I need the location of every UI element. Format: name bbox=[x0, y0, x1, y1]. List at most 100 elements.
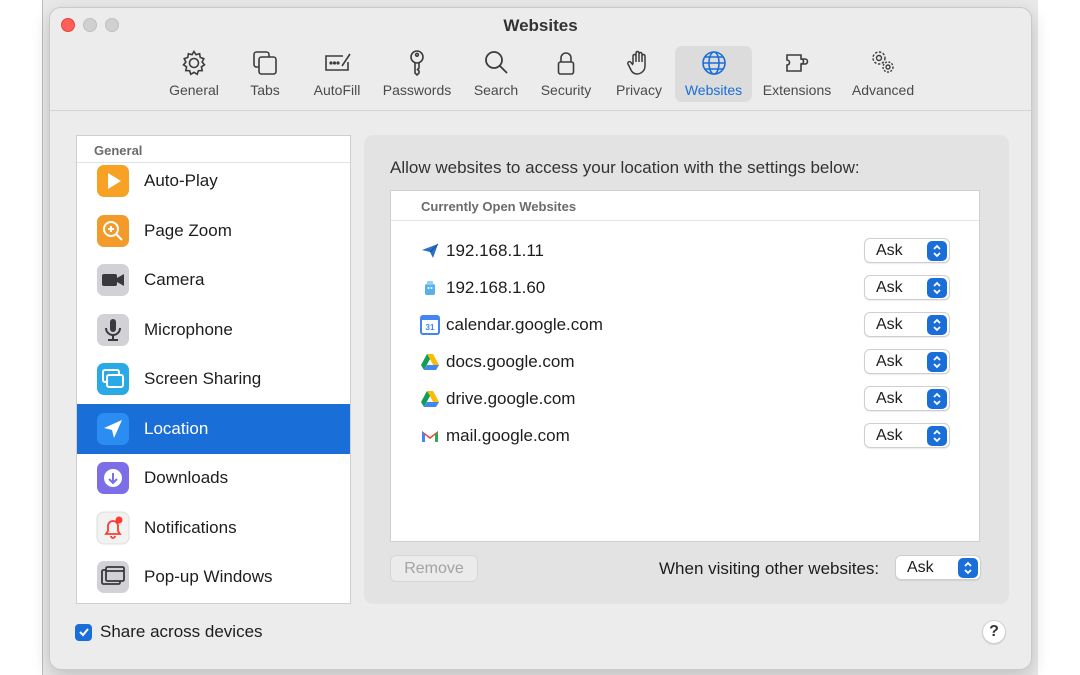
table-row[interactable]: mail.google.com Ask bbox=[391, 417, 979, 454]
bell-icon bbox=[96, 511, 130, 545]
tab-label: Search bbox=[473, 82, 519, 98]
play-icon bbox=[96, 164, 130, 198]
tab-label: General bbox=[169, 82, 219, 98]
sidebar-item-label: Pop-up Windows bbox=[144, 566, 273, 586]
site-setting-select[interactable]: Ask bbox=[864, 423, 950, 448]
table-row[interactable]: drive.google.com Ask bbox=[391, 380, 979, 417]
site-setting-select[interactable]: Ask bbox=[864, 386, 950, 411]
google-drive-icon bbox=[420, 352, 440, 372]
background-window-edge bbox=[42, 0, 43, 675]
site-setting-select[interactable]: Ask bbox=[864, 312, 950, 337]
select-value: Ask bbox=[876, 352, 903, 370]
sidebar-item-label: Location bbox=[144, 418, 209, 438]
download-icon bbox=[96, 461, 130, 495]
sidebar-item-microphone[interactable]: Microphone bbox=[77, 305, 350, 355]
help-button[interactable]: ? bbox=[982, 620, 1006, 644]
site-name: mail.google.com bbox=[446, 425, 570, 445]
sidebar-item-label: Page Zoom bbox=[144, 220, 232, 240]
tab-label: Privacy bbox=[616, 82, 662, 98]
safari-settings-window: Websites General Tabs AutoFill Passwords… bbox=[49, 7, 1032, 670]
sidebar-item-downloads[interactable]: Downloads bbox=[77, 453, 350, 503]
site-name: drive.google.com bbox=[446, 388, 576, 408]
remove-button[interactable]: Remove bbox=[390, 555, 478, 582]
chevron-updown-icon bbox=[927, 388, 947, 409]
gear-icon bbox=[179, 48, 209, 78]
panel-prompt: Allow websites to access your location w… bbox=[390, 158, 860, 177]
tab-privacy[interactable]: Privacy bbox=[611, 46, 667, 102]
globe-icon bbox=[699, 48, 729, 78]
tab-security[interactable]: Security bbox=[536, 46, 596, 102]
puzzle-icon bbox=[782, 48, 812, 78]
tab-label: Security bbox=[540, 82, 592, 98]
microphone-icon bbox=[96, 313, 130, 347]
other-websites-label: When visiting other websites: bbox=[659, 559, 880, 578]
tab-label: Extensions bbox=[762, 82, 832, 98]
sidebar-item-label: Camera bbox=[144, 269, 205, 289]
tab-tabs[interactable]: Tabs bbox=[244, 46, 286, 102]
popup-window-icon bbox=[96, 560, 130, 594]
titlebar: Websites General Tabs AutoFill Passwords… bbox=[50, 8, 1031, 111]
window-title: Websites bbox=[503, 16, 578, 35]
gears-icon bbox=[868, 48, 898, 78]
site-name: 192.168.1.11 bbox=[446, 240, 544, 260]
sidebar-item-screen-sharing[interactable]: Screen Sharing bbox=[77, 354, 350, 404]
screen-sharing-icon bbox=[96, 362, 130, 396]
select-value: Ask bbox=[876, 315, 903, 333]
preferences-toolbar: General Tabs AutoFill Passwords Search S… bbox=[50, 46, 1031, 106]
tab-label: Advanced bbox=[851, 82, 915, 98]
robot-icon bbox=[420, 278, 440, 298]
select-value: Ask bbox=[876, 389, 903, 407]
sidebar-item-notifications[interactable]: Notifications bbox=[77, 503, 350, 553]
site-setting-select[interactable]: Ask bbox=[864, 349, 950, 374]
sidebar-item-label: Auto-Play bbox=[144, 170, 218, 190]
hand-icon bbox=[624, 48, 654, 78]
share-checkbox[interactable] bbox=[75, 623, 92, 641]
paper-plane-icon bbox=[420, 241, 440, 261]
tab-label: Websites bbox=[684, 82, 743, 98]
table-row[interactable]: docs.google.com Ask bbox=[391, 343, 979, 380]
sidebar-item-label: Notifications bbox=[144, 517, 237, 537]
table-row[interactable]: 192.168.1.11 Ask bbox=[391, 232, 979, 269]
tab-autofill[interactable]: AutoFill bbox=[309, 46, 365, 102]
chevron-updown-icon bbox=[927, 314, 947, 335]
search-icon bbox=[481, 48, 511, 78]
tab-label: AutoFill bbox=[313, 82, 361, 98]
chevron-updown-icon bbox=[958, 557, 978, 578]
tab-extensions[interactable]: Extensions bbox=[759, 46, 835, 102]
table-row[interactable]: 192.168.1.60 Ask bbox=[391, 269, 979, 306]
tab-websites[interactable]: Websites bbox=[675, 46, 752, 102]
sidebar-item-page-zoom[interactable]: Page Zoom bbox=[77, 206, 350, 256]
sidebar-item-auto-play[interactable]: Auto-Play bbox=[77, 156, 350, 206]
share-label: Share across devices bbox=[100, 622, 263, 641]
tab-general[interactable]: General bbox=[164, 46, 224, 102]
table-header: Currently Open Websites bbox=[391, 191, 979, 221]
google-calendar-icon: 31 bbox=[420, 314, 440, 335]
site-setting-select[interactable]: Ask bbox=[864, 275, 950, 300]
google-drive-icon bbox=[420, 389, 440, 409]
site-setting-select[interactable]: Ask bbox=[864, 238, 950, 263]
tab-passwords[interactable]: Passwords bbox=[378, 46, 456, 102]
autofill-icon bbox=[322, 48, 352, 78]
key-icon bbox=[402, 48, 432, 78]
other-websites-select[interactable]: Ask bbox=[895, 555, 981, 580]
websites-table: Currently Open Websites 192.168.1.11 Ask… bbox=[390, 190, 980, 542]
camera-icon bbox=[96, 263, 130, 297]
sidebar-item-camera[interactable]: Camera bbox=[77, 255, 350, 305]
select-value: Ask bbox=[876, 241, 903, 259]
table-row[interactable]: 31 calendar.google.com Ask bbox=[391, 306, 979, 343]
location-arrow-icon bbox=[96, 412, 130, 446]
tab-search[interactable]: Search bbox=[470, 46, 522, 102]
checkmark-icon bbox=[78, 628, 89, 637]
svg-text:31: 31 bbox=[426, 323, 435, 332]
gmail-icon bbox=[420, 426, 440, 446]
sidebar-item-location[interactable]: Location bbox=[77, 404, 350, 454]
website-settings-sidebar: General Auto-Play Page Zoom Camera Micro… bbox=[76, 135, 351, 604]
chevron-updown-icon bbox=[927, 425, 947, 446]
tab-advanced[interactable]: Advanced bbox=[847, 46, 919, 102]
share-across-devices[interactable]: Share across devices bbox=[75, 622, 263, 642]
sidebar-item-pop-up-windows[interactable]: Pop-up Windows bbox=[77, 552, 350, 602]
chevron-updown-icon bbox=[927, 277, 947, 298]
site-name: 192.168.1.60 bbox=[446, 277, 546, 297]
location-settings-panel: Allow websites to access your location w… bbox=[364, 135, 1009, 604]
zoom-icon bbox=[96, 214, 130, 248]
